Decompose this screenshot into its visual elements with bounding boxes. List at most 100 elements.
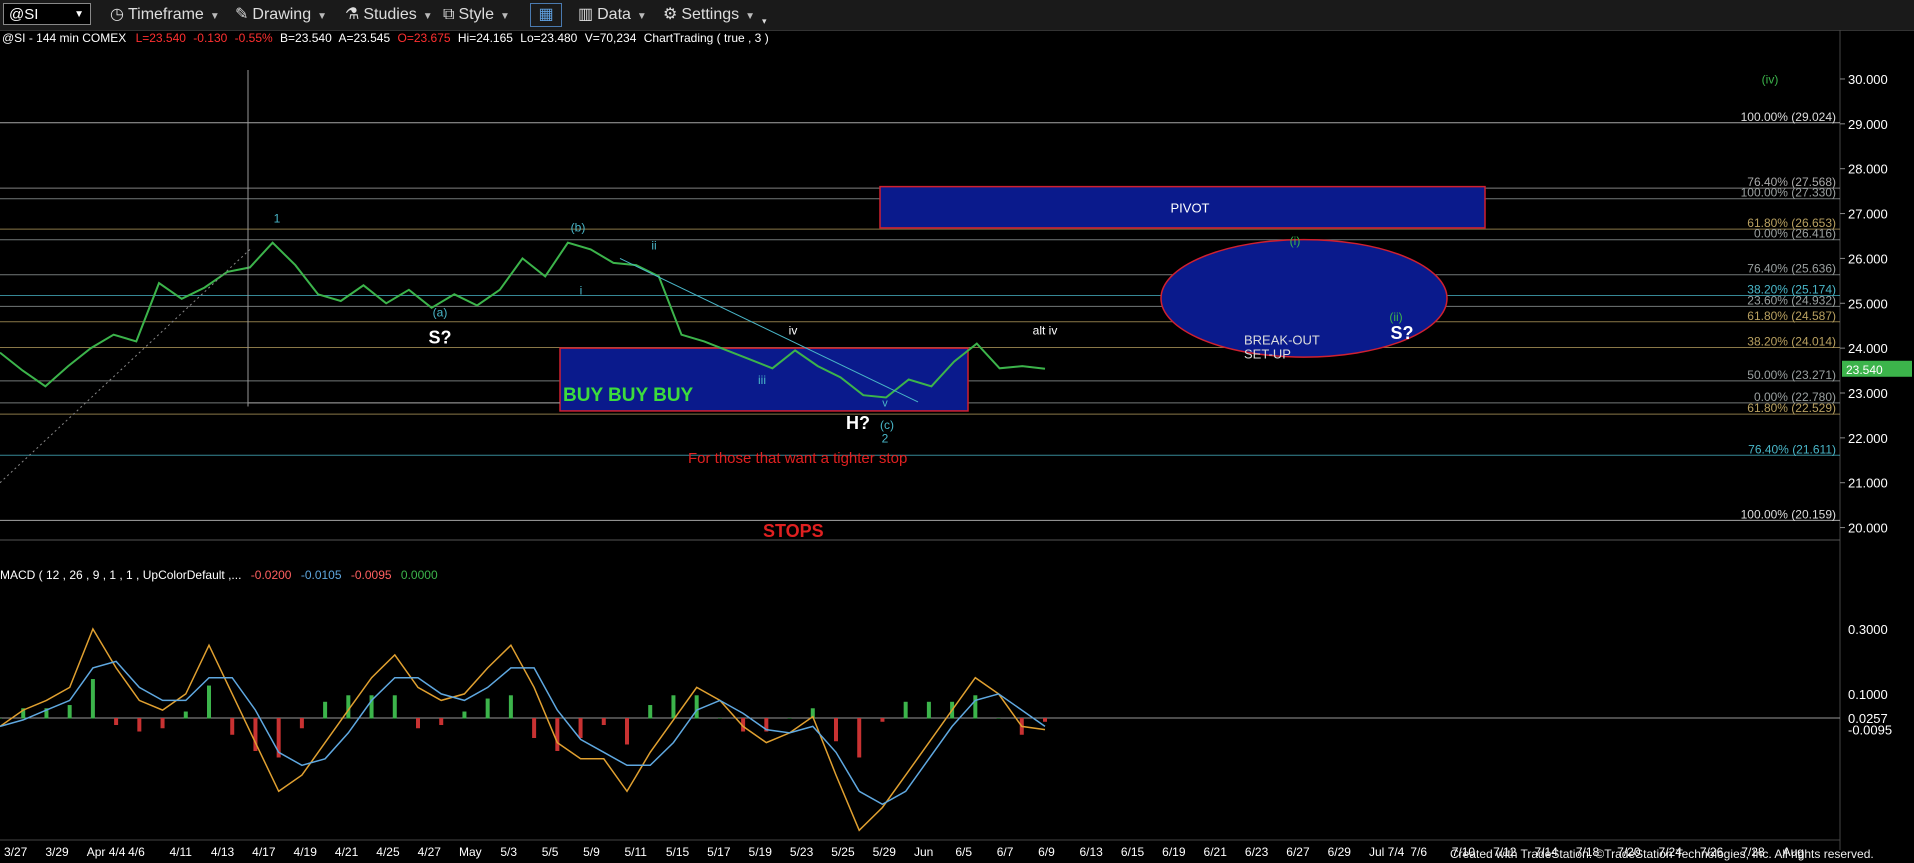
wave-label: 2 [882, 431, 889, 445]
last-price-tag-label: 23.540 [1846, 363, 1883, 377]
x-tick-label: 5/11 [624, 845, 647, 859]
drawing-menu[interactable]: ✎ Drawing ▼ [235, 4, 327, 26]
x-tick-label: 6/23 [1245, 845, 1269, 859]
y-tick-label: 27.000 [1848, 207, 1888, 222]
fib-label: 0.00% (26.416) [1754, 227, 1836, 241]
x-tick-label: 7/6 [1410, 845, 1427, 859]
x-tick-label: 6/21 [1204, 845, 1228, 859]
wave-label: i [580, 283, 583, 297]
macd-histogram-bar [834, 718, 838, 742]
y-tick-label: 28.000 [1848, 162, 1888, 177]
data-label: Data [597, 6, 631, 24]
wave-label: (i) [1290, 234, 1301, 248]
wave-label: (c) [880, 418, 894, 432]
fibonacci-levels: 76.40% (27.568)100.00% (27.330)61.80% (2… [0, 110, 1840, 521]
wave-label: ii [651, 238, 656, 252]
fib-label: 61.80% (24.587) [1747, 309, 1836, 323]
x-tick-label: 5/5 [542, 845, 559, 859]
x-tick-label: 4/27 [418, 845, 442, 859]
style-menu[interactable]: ⧉ Style ▼ [443, 4, 510, 26]
footer-copyright: Created with TradeStation. ©TradeStation… [1450, 847, 1874, 861]
breakout-zone-label-2: SET-UP [1244, 346, 1291, 361]
x-tick-label: 6/5 [955, 845, 972, 859]
macd-histogram-bar [926, 701, 931, 719]
macd-histogram-bar [648, 705, 653, 719]
symbol-value: @SI [9, 6, 39, 23]
x-tick-label: 6/19 [1162, 845, 1186, 859]
fib-label: 38.20% (24.014) [1747, 335, 1836, 349]
clock-icon: ◷ [110, 6, 124, 23]
drawing-label: Drawing [252, 6, 312, 24]
macd-histogram-bar [903, 701, 908, 719]
macd-y-tick-label: 0.3000 [1848, 622, 1888, 637]
more-icon[interactable]: ▾ [762, 10, 767, 32]
y-tick-label: 24.000 [1848, 341, 1888, 356]
macd-histogram-bar [601, 718, 606, 726]
macd-histogram-bar [439, 718, 444, 726]
y-tick-label: 29.000 [1848, 117, 1888, 132]
wave-label: (ii) [1389, 310, 1402, 324]
x-tick-label: 6/9 [1038, 845, 1055, 859]
macd-histogram-bar [578, 718, 583, 738]
macd-histogram-bar [625, 718, 629, 745]
macd-histogram-bar [787, 718, 792, 719]
macd-histogram-bar [392, 695, 397, 719]
x-tick-label: 4/25 [376, 845, 400, 859]
x-tick-label: 3/27 [4, 845, 28, 859]
symbol-input[interactable]: @SI ▼ [3, 3, 91, 25]
stops-annotation: STOPS [763, 521, 824, 541]
studies-menu[interactable]: ⚗ Studies ▼ [345, 4, 433, 26]
settings-label: Settings [681, 6, 740, 24]
x-tick-label: 5/3 [500, 845, 517, 859]
x-tick-label: 6/13 [1079, 845, 1103, 859]
macd-histogram-bar [90, 679, 95, 719]
pivot-zone-label: PIVOT [1170, 200, 1209, 215]
chevron-down-icon: ▼ [745, 11, 756, 23]
dashed-trendline [0, 249, 251, 484]
x-tick-label: 5/9 [583, 845, 600, 859]
x-tick-label: 6/29 [1328, 845, 1352, 859]
y-tick-label: 21.000 [1848, 476, 1888, 491]
macd-histogram-bar [694, 695, 699, 719]
data-menu[interactable]: ▥ Data ▼ [578, 4, 647, 26]
macd-value-2: -0.0105 [301, 568, 342, 582]
macd-histogram-bar [1043, 718, 1047, 722]
x-tick-label: 6/7 [997, 845, 1014, 859]
fib-label: 76.40% (25.636) [1747, 262, 1836, 276]
y-tick-label: 25.000 [1848, 296, 1888, 311]
fib-label: 100.00% (29.024) [1741, 110, 1836, 124]
fib-label: 100.00% (20.159) [1741, 507, 1836, 521]
chevron-down-icon: ▼ [74, 9, 84, 20]
x-tick-label: May [459, 845, 482, 859]
macd-signal-line [0, 660, 1046, 806]
x-tick-label: 4/6 [128, 845, 145, 859]
bar-chart-icon: ▥ [578, 6, 594, 23]
x-tick-label: Jun [914, 845, 933, 859]
layout-button[interactable]: ▦ [530, 3, 562, 27]
pct-readout: -0.55% [235, 31, 273, 45]
timeframe-menu[interactable]: ◷ Timeframe ▼ [110, 4, 220, 26]
macd-pane: 0.30000.10000.0257-0.0095 [0, 622, 1892, 832]
chart-canvas[interactable]: @SI - 144 min COMEX L=23.540 -0.130 -0.5… [0, 30, 1914, 863]
change-readout: -0.130 [193, 31, 227, 45]
x-tick-label: 5/23 [790, 845, 814, 859]
macd-value-1: -0.0200 [251, 568, 292, 582]
fib-label: 100.00% (27.330) [1741, 186, 1836, 200]
x-tick-label: 4/19 [294, 845, 318, 859]
high-readout: Hi=24.165 [458, 31, 513, 45]
macd-histogram-bar [508, 695, 513, 719]
y-tick-label: 22.000 [1848, 431, 1888, 446]
wave-label: alt iv [1033, 324, 1058, 338]
style-label: Style [458, 6, 495, 24]
x-tick-label: 5/15 [666, 845, 690, 859]
volume-readout: V=70,234 [585, 31, 637, 45]
x-tick-label: 6/27 [1286, 845, 1310, 859]
wave-label: (b) [571, 220, 586, 234]
macd-histogram-bar [0, 718, 2, 719]
settings-menu[interactable]: ⚙ Settings ▼ [663, 4, 755, 26]
macd-histogram-bar [114, 718, 119, 726]
buy-zone-label: BUY BUY BUY [563, 385, 694, 406]
fib-label: 61.80% (22.529) [1747, 401, 1836, 415]
wave-label: H? [846, 413, 870, 433]
x-tick-label: 3/29 [45, 845, 69, 859]
